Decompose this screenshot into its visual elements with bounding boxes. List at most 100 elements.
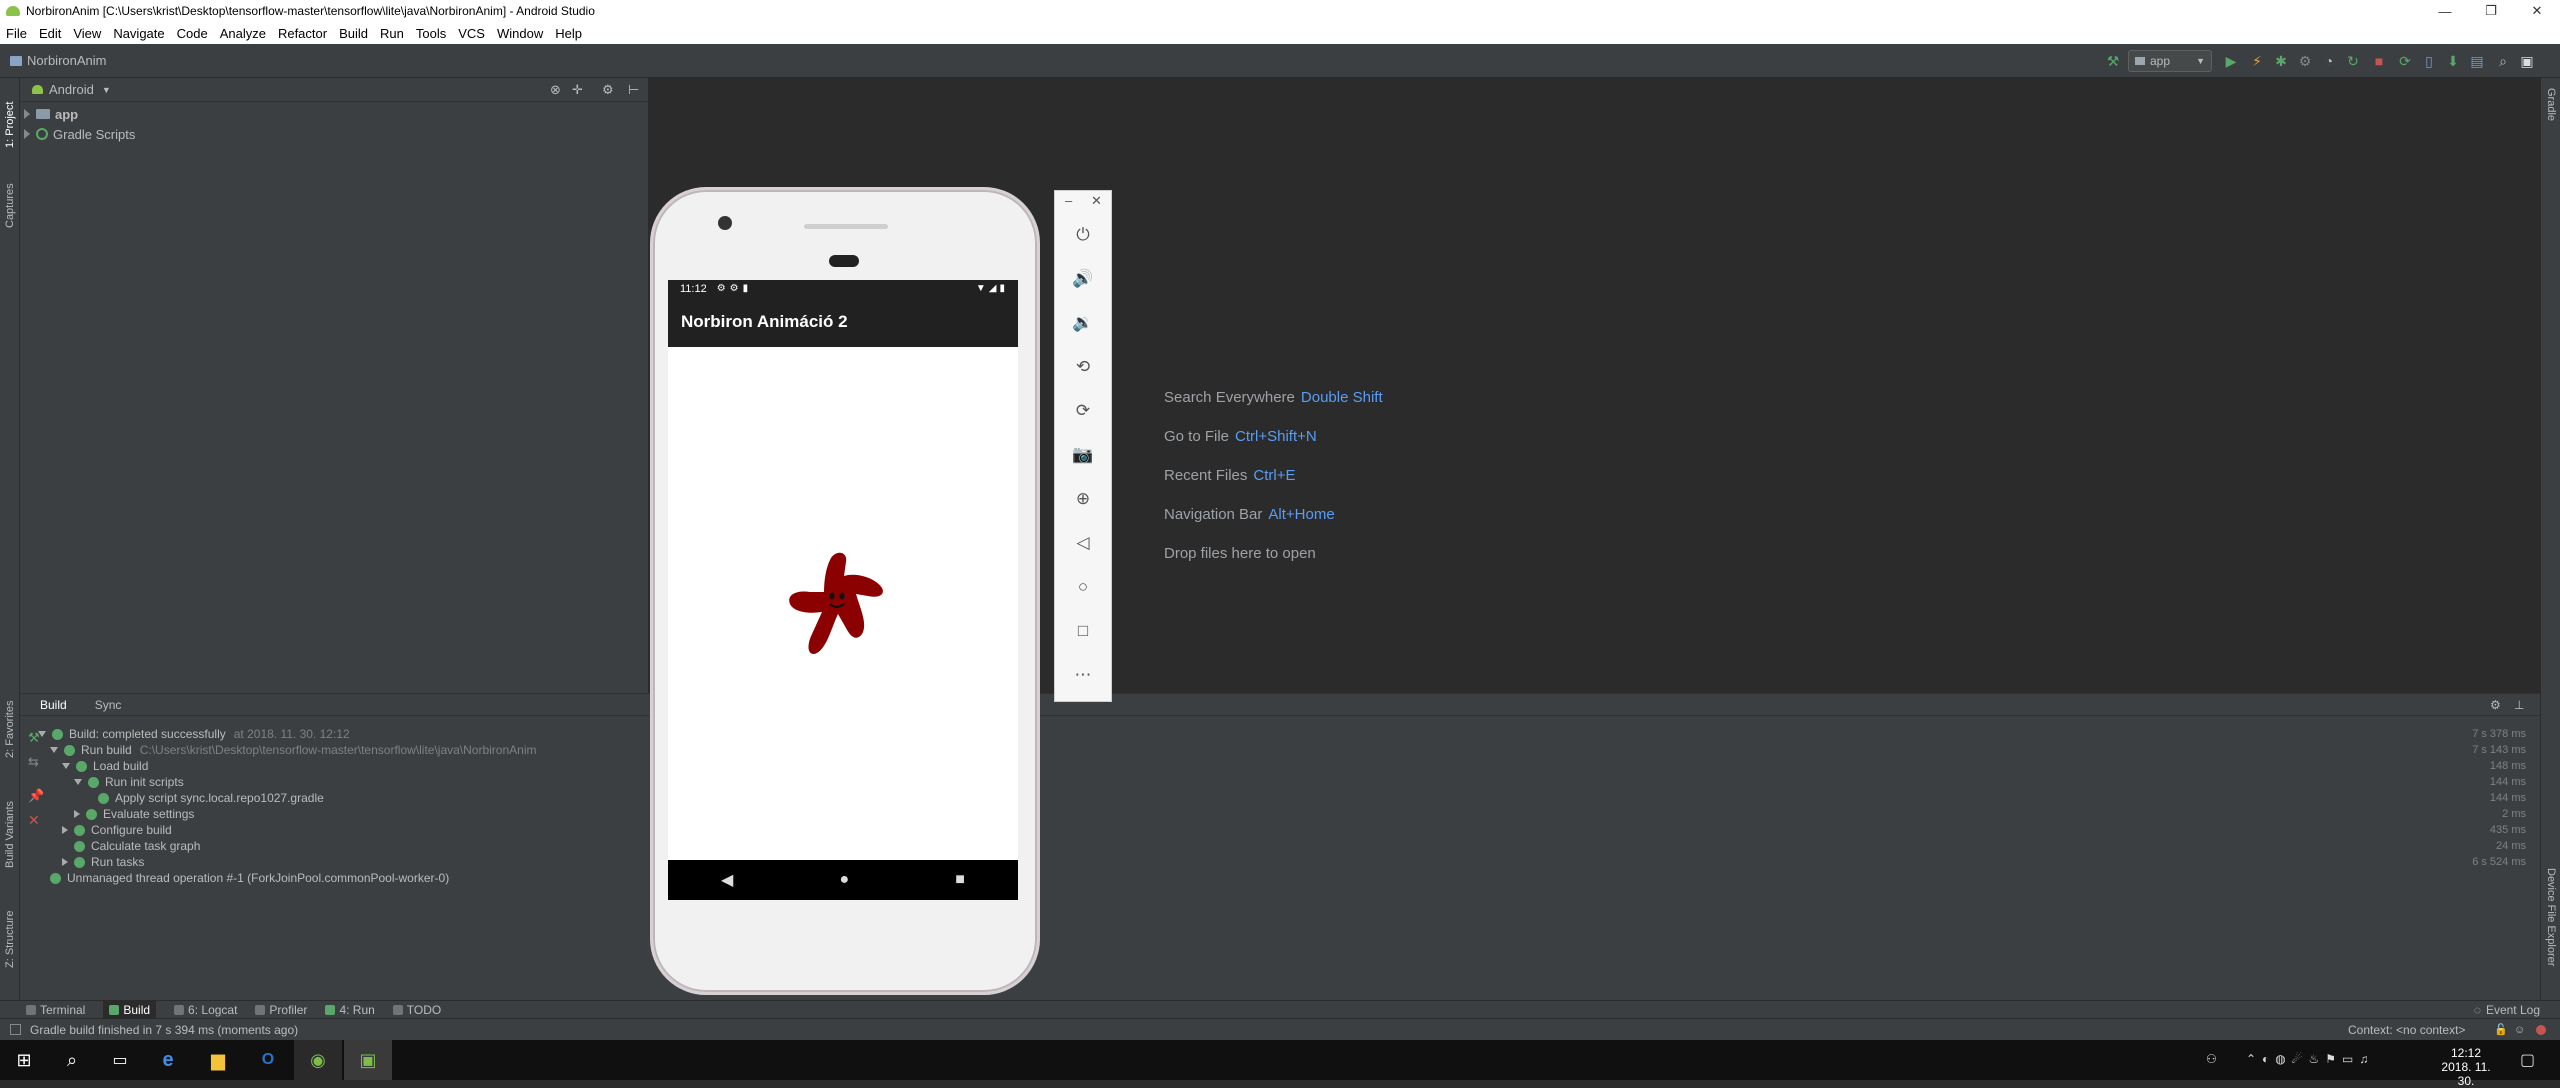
expand-arrow-icon[interactable] bbox=[62, 826, 68, 834]
toggle-view-icon[interactable]: ⇆ bbox=[28, 754, 39, 770]
tab-favorites[interactable]: 2: Favorites bbox=[4, 701, 16, 758]
tab-project[interactable]: 1: Project bbox=[4, 102, 16, 148]
close-icon[interactable]: ✕ bbox=[28, 812, 40, 829]
power-icon[interactable]: ⏻ bbox=[1055, 213, 1111, 257]
tab-profiler[interactable]: Profiler bbox=[255, 1003, 307, 1017]
notifications-icon[interactable]: ▢ bbox=[2520, 1050, 2535, 1070]
apply-changes-icon[interactable]: ⚡ bbox=[2248, 52, 2266, 70]
expand-arrow-icon[interactable] bbox=[74, 810, 80, 818]
tree-item-app[interactable]: app bbox=[24, 104, 648, 124]
avd-manager-icon[interactable]: ▯ bbox=[2420, 52, 2438, 70]
attach-debugger-icon[interactable]: ⚙ bbox=[2296, 52, 2314, 70]
menu-tools[interactable]: Tools bbox=[416, 26, 446, 41]
menu-run[interactable]: Run bbox=[380, 26, 404, 41]
attach-icon[interactable]: ↻ bbox=[2344, 52, 2362, 70]
build-row[interactable]: Run init scripts bbox=[74, 774, 184, 790]
tab-gradle[interactable]: Gradle bbox=[2545, 88, 2557, 121]
gear-icon[interactable]: ⚙ bbox=[2490, 698, 2501, 712]
tree-item-gradle-scripts[interactable]: Gradle Scripts bbox=[24, 124, 648, 144]
expand-arrow-icon[interactable] bbox=[24, 129, 30, 139]
breadcrumb[interactable]: NorbironAnim bbox=[10, 53, 106, 68]
menu-window[interactable]: Window bbox=[497, 26, 543, 41]
collapse-arrow-icon[interactable] bbox=[74, 779, 82, 785]
tab-logcat[interactable]: 6: Logcat bbox=[174, 1003, 237, 1017]
system-tray-icons[interactable]: ⌃◐◍☄♨⚑▭♫ bbox=[2246, 1052, 2374, 1066]
tab-build-bottom[interactable]: Build bbox=[103, 1000, 157, 1019]
nav-overview-icon[interactable]: ■ bbox=[955, 871, 965, 889]
camera-icon[interactable]: 📷 bbox=[1055, 433, 1111, 477]
search-icon[interactable]: ⌕ bbox=[48, 1040, 96, 1080]
android-studio-taskbar-icon[interactable]: ◉ bbox=[294, 1040, 342, 1080]
hide-panel-icon[interactable]: ⊢ bbox=[628, 82, 639, 98]
back-icon[interactable]: ◁ bbox=[1055, 521, 1111, 565]
collapse-arrow-icon[interactable] bbox=[50, 747, 58, 753]
build-row[interactable]: Run build C:\Users\krist\Desktop\tensorfl… bbox=[50, 742, 537, 758]
tab-run[interactable]: 4: Run bbox=[325, 1003, 375, 1017]
hide-panel-icon[interactable]: ⊥ bbox=[2514, 698, 2524, 712]
run-config-select[interactable]: app ▼ bbox=[2128, 50, 2212, 72]
outlook-icon[interactable]: O bbox=[244, 1040, 292, 1080]
maximize-button[interactable]: ❐ bbox=[2468, 0, 2514, 22]
expand-arrow-icon[interactable] bbox=[24, 109, 30, 119]
scroll-from-source-icon[interactable]: ✛ bbox=[572, 82, 583, 98]
tab-todo[interactable]: TODO bbox=[392, 1003, 441, 1017]
menu-file[interactable]: File bbox=[6, 26, 27, 41]
volume-down-icon[interactable]: 🔉 bbox=[1055, 301, 1111, 345]
emulator-taskbar-icon[interactable]: ▣ bbox=[344, 1040, 392, 1080]
build-row[interactable]: Configure build bbox=[62, 822, 172, 838]
pin-icon[interactable]: 📌 bbox=[28, 788, 44, 804]
close-icon[interactable]: ✕ bbox=[1091, 193, 1102, 209]
minimize-button[interactable]: — bbox=[2422, 0, 2468, 22]
build-row[interactable]: Build: completed successfully at 2018. 11… bbox=[38, 726, 350, 742]
error-indicator-icon[interactable] bbox=[2536, 1024, 2546, 1035]
zoom-icon[interactable]: ⊕ bbox=[1055, 477, 1111, 521]
nav-home-icon[interactable]: ● bbox=[839, 871, 849, 889]
menu-analyze[interactable]: Analyze bbox=[220, 26, 266, 41]
menu-navigate[interactable]: Navigate bbox=[113, 26, 164, 41]
collapse-arrow-icon[interactable] bbox=[38, 731, 46, 737]
tab-device-file-explorer[interactable]: Device File Explorer bbox=[2545, 868, 2557, 966]
build-row[interactable]: Evaluate settings bbox=[74, 806, 194, 822]
menu-vcs[interactable]: VCS bbox=[458, 26, 485, 41]
stop-icon[interactable]: ■ bbox=[2370, 52, 2388, 70]
menu-help[interactable]: Help bbox=[555, 26, 582, 41]
expand-arrow-icon[interactable] bbox=[62, 858, 68, 866]
more-icon[interactable]: ⋯ bbox=[1055, 653, 1111, 697]
debug-icon[interactable]: ✱ bbox=[2272, 52, 2290, 70]
menu-view[interactable]: View bbox=[73, 26, 101, 41]
minimize-icon[interactable]: – bbox=[1065, 193, 1072, 208]
close-button[interactable]: ✕ bbox=[2514, 0, 2560, 22]
build-row[interactable]: Apply script sync.local.repo1027.gradle bbox=[98, 790, 324, 806]
hammer-icon[interactable]: ⚒ bbox=[2104, 52, 2122, 70]
rotate-left-icon[interactable]: ⟲ bbox=[1055, 345, 1111, 389]
tab-captures[interactable]: Captures bbox=[4, 183, 16, 228]
menu-code[interactable]: Code bbox=[177, 26, 208, 41]
lock-icon[interactable]: 🔓 bbox=[2494, 1023, 2508, 1036]
build-row[interactable]: Run tasks bbox=[62, 854, 144, 870]
tab-sync[interactable]: Sync bbox=[95, 698, 122, 712]
task-view-icon[interactable]: ▭ bbox=[96, 1040, 144, 1080]
windows-start-icon[interactable]: ⊞ bbox=[0, 1040, 48, 1080]
status-message[interactable]: Gradle build finished in 7 s 394 ms (mom… bbox=[30, 1023, 298, 1037]
menu-build[interactable]: Build bbox=[339, 26, 368, 41]
nav-back-icon[interactable]: ◀ bbox=[721, 870, 733, 890]
tab-terminal[interactable]: Terminal bbox=[26, 1003, 85, 1017]
sdk-manager-icon[interactable]: ⬇ bbox=[2444, 52, 2462, 70]
collapse-all-icon[interactable]: ⊗ bbox=[550, 82, 561, 98]
people-icon[interactable]: ⚇ bbox=[2206, 1052, 2217, 1066]
search-icon[interactable]: ⌕ bbox=[2494, 52, 2512, 70]
build-row[interactable]: Calculate task graph bbox=[74, 838, 200, 854]
build-row[interactable]: Load build bbox=[62, 758, 148, 774]
hector-icon[interactable]: ☺ bbox=[2514, 1024, 2525, 1036]
volume-up-icon[interactable]: 🔊 bbox=[1055, 257, 1111, 301]
rotate-right-icon[interactable]: ⟳ bbox=[1055, 389, 1111, 433]
build-row[interactable]: Unmanaged thread operation #-1 (ForkJoin… bbox=[50, 870, 449, 886]
profile-icon[interactable]: ◔ bbox=[2320, 52, 2338, 70]
taskbar-clock[interactable]: 12:12 2018. 11. 30. bbox=[2438, 1046, 2494, 1088]
project-structure-icon[interactable]: ▤ bbox=[2468, 52, 2486, 70]
run-icon[interactable]: ▶ bbox=[2222, 52, 2240, 70]
event-log-button[interactable]: ◌ Event Log bbox=[2474, 1003, 2540, 1017]
user-icon[interactable]: ▣ bbox=[2518, 52, 2536, 70]
sync-icon[interactable]: ⟳ bbox=[2396, 52, 2414, 70]
gear-icon[interactable]: ⚙ bbox=[602, 82, 614, 98]
